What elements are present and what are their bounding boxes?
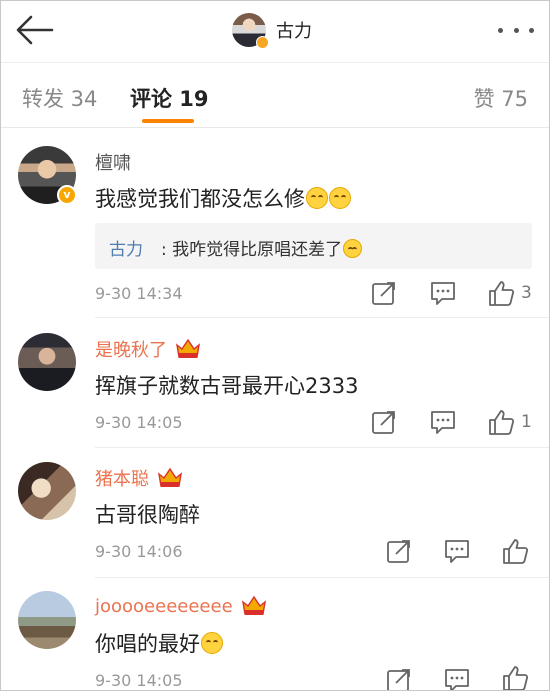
comment-text: 我感觉我们都没怎么修 bbox=[95, 183, 351, 213]
vip-crown-icon bbox=[175, 338, 201, 360]
repost-icon[interactable] bbox=[371, 409, 399, 435]
commenter-name[interactable]: 猪本聪 bbox=[95, 465, 183, 491]
like-thumb-icon[interactable] bbox=[487, 279, 515, 306]
comment-text: 你唱的最好 bbox=[95, 628, 223, 658]
tab-bar: 转发 34 评论 19 赞 75 bbox=[0, 62, 550, 128]
reply-icon[interactable] bbox=[444, 538, 472, 564]
repost-icon[interactable] bbox=[386, 538, 414, 564]
commenter-avatar[interactable] bbox=[18, 591, 76, 649]
comment-timestamp: 9-30 14:05 bbox=[95, 413, 183, 432]
tab-reposts[interactable]: 转发 34 bbox=[22, 83, 97, 113]
grin-emoji-icon bbox=[201, 632, 223, 654]
like-count: 3 bbox=[521, 283, 532, 303]
tab-likes[interactable]: 赞 75 bbox=[474, 83, 528, 113]
repost-icon[interactable] bbox=[386, 667, 414, 691]
like-thumb-icon[interactable] bbox=[501, 537, 529, 564]
header-title-area[interactable]: 古力 bbox=[232, 10, 312, 50]
tab-comments[interactable]: 评论 19 bbox=[130, 83, 209, 113]
dizzy-emoji-icon bbox=[343, 239, 363, 258]
comment-item: 是晚秋了 挥旗子就数古哥最开心2333 9-30 14:05 1 bbox=[0, 318, 550, 448]
comment-item: 猪本聪 古哥很陶醉 9-30 14:06 bbox=[0, 448, 550, 578]
like-thumb-icon[interactable] bbox=[501, 664, 529, 691]
page-title: 古力 bbox=[276, 21, 312, 42]
active-tab-indicator bbox=[142, 119, 194, 123]
comment-timestamp: 9-30 14:34 bbox=[95, 284, 183, 303]
comment-text: 古哥很陶醉 bbox=[95, 503, 200, 527]
reply-preview[interactable]: 古力 : 我咋觉得比原唱还差了 bbox=[95, 223, 532, 269]
vip-crown-icon bbox=[241, 595, 267, 617]
comment-timestamp: 9-30 14:05 bbox=[95, 671, 183, 690]
commenter-name[interactable]: jooooeeeeeeee bbox=[95, 595, 267, 617]
reply-text: : 我咋觉得比原唱还差了 bbox=[161, 235, 363, 260]
verified-badge-icon: v bbox=[57, 185, 77, 205]
repost-icon[interactable] bbox=[371, 280, 399, 306]
commenter-avatar[interactable] bbox=[18, 333, 76, 391]
verified-badge-icon bbox=[256, 36, 269, 49]
vip-crown-icon bbox=[157, 467, 183, 489]
comment-text: 挥旗子就数古哥最开心2333 bbox=[95, 374, 359, 398]
comment-item: v 檀啸 我感觉我们都没怎么修 古力 : 我咋觉得比原唱还差了 9-30 14:… bbox=[0, 128, 550, 318]
reply-icon[interactable] bbox=[444, 667, 472, 691]
back-arrow-icon[interactable] bbox=[14, 12, 54, 48]
comment-item: jooooeeeeeeee 你唱的最好 9-30 14:05 bbox=[0, 578, 550, 691]
smile-emoji-icon bbox=[329, 187, 351, 209]
top-bar: 古力 bbox=[0, 0, 550, 62]
commenter-name[interactable]: 是晚秋了 bbox=[95, 336, 201, 362]
smile-emoji-icon bbox=[306, 187, 328, 209]
reply-author[interactable]: 古力 bbox=[109, 235, 143, 260]
like-thumb-icon[interactable] bbox=[487, 408, 515, 435]
reply-icon[interactable] bbox=[430, 409, 458, 435]
more-dots-icon[interactable] bbox=[498, 20, 534, 40]
user-avatar[interactable] bbox=[232, 13, 269, 49]
commenter-avatar[interactable]: v bbox=[18, 146, 77, 205]
commenter-name[interactable]: 檀啸 bbox=[95, 149, 131, 175]
commenter-avatar[interactable] bbox=[18, 462, 76, 520]
like-count: 1 bbox=[521, 412, 532, 432]
reply-icon[interactable] bbox=[430, 280, 458, 306]
comment-timestamp: 9-30 14:06 bbox=[95, 542, 183, 561]
